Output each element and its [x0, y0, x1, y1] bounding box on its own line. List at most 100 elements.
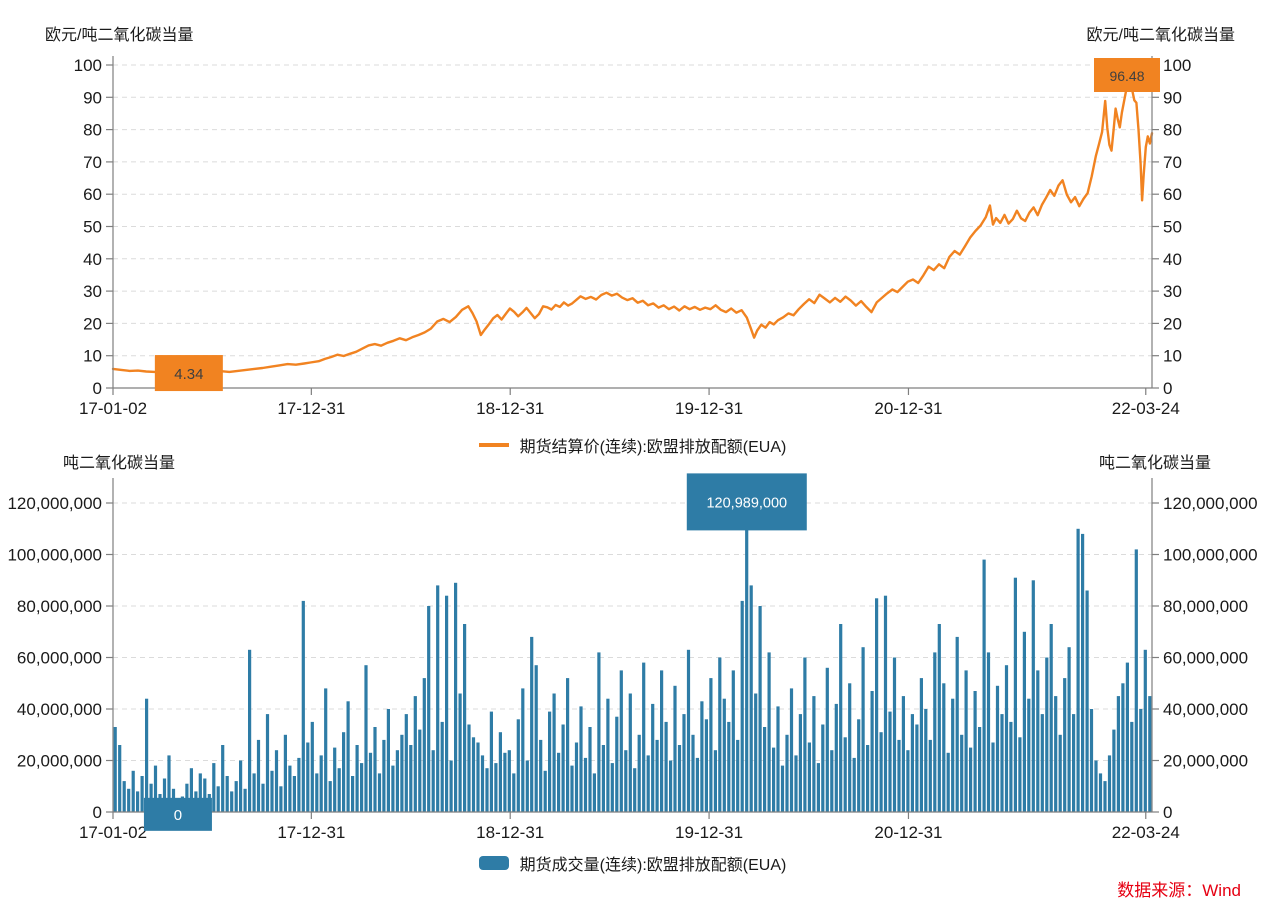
- volume-bar: [723, 699, 726, 812]
- data-source-note: 数据来源：Wind: [1117, 876, 1241, 901]
- max-marker-label: 120,989,000: [706, 495, 787, 511]
- volume-bar: [476, 743, 479, 813]
- volume-bar: [485, 768, 488, 812]
- volume-bar: [284, 735, 287, 812]
- volume-bar: [745, 500, 748, 812]
- volume-bar: [638, 735, 641, 812]
- volume-bar: [329, 781, 332, 812]
- volume-bar: [1077, 529, 1080, 812]
- volume-legend: 期货成交量(连续):欧盟排放配额(EUA): [113, 851, 1152, 875]
- volume-legend-bar-icon: [479, 856, 509, 870]
- volume-bar: [333, 748, 336, 812]
- volume-bar: [347, 701, 350, 812]
- volume-bar: [217, 786, 220, 812]
- volume-bar: [665, 722, 668, 812]
- y-tick-label: 20: [1163, 314, 1182, 333]
- volume-bar: [974, 691, 977, 812]
- volume-bar: [933, 652, 936, 812]
- volume-bar: [512, 773, 515, 812]
- volume-bar: [548, 712, 551, 812]
- volume-bar: [741, 601, 744, 812]
- volume-bar: [351, 776, 354, 812]
- y-tick-label: 60: [1163, 185, 1182, 204]
- volume-bar: [799, 714, 802, 812]
- y-tick-label: 100,000,000: [1163, 546, 1258, 565]
- volume-bar: [929, 740, 932, 812]
- volume-bar: [969, 748, 972, 812]
- volume-bar: [844, 737, 847, 812]
- volume-bar: [1050, 624, 1053, 812]
- volume-bar: [768, 652, 771, 812]
- volume-bar: [1121, 683, 1124, 812]
- volume-bar: [369, 753, 372, 812]
- volume-bar: [423, 678, 426, 812]
- volume-bar: [490, 712, 493, 812]
- volume-bar: [239, 761, 242, 813]
- volume-bar: [947, 753, 950, 812]
- volume-bar: [732, 670, 735, 812]
- volume-bar: [579, 706, 582, 812]
- y-tick-label: 80: [83, 121, 102, 140]
- volume-bar: [884, 596, 887, 812]
- volume-bar: [459, 694, 462, 813]
- volume-bar: [906, 750, 909, 812]
- price-legend-line-icon: [479, 443, 509, 447]
- volume-bar: [691, 735, 694, 812]
- y-tick-label: 60,000,000: [1163, 649, 1248, 668]
- min-marker-label: 0: [174, 807, 182, 824]
- x-tick-label: 17-12-31: [277, 399, 345, 418]
- volume-bar: [902, 696, 905, 812]
- volume-bar: [230, 791, 233, 812]
- volume-bar: [629, 694, 632, 813]
- y-tick-label: 20: [83, 314, 102, 333]
- y-tick-label: 100: [74, 56, 102, 75]
- y-tick-label: 70: [83, 153, 102, 172]
- volume-bar: [866, 745, 869, 812]
- volume-bar: [584, 758, 587, 812]
- volume-bar: [759, 606, 762, 812]
- volume-bar: [481, 755, 484, 812]
- x-tick-label: 19-12-31: [675, 823, 743, 842]
- volume-bar: [593, 773, 596, 812]
- volume-bar: [320, 755, 323, 812]
- volume-bar: [221, 745, 224, 812]
- volume-bar: [557, 753, 560, 812]
- volume-bar: [360, 763, 363, 812]
- volume-bar: [1072, 714, 1075, 812]
- volume-bar: [503, 753, 506, 812]
- volume-bar: [306, 743, 309, 813]
- volume-bar: [750, 585, 753, 812]
- price-chart-plot: 0010102020303040405050606070708080909010…: [74, 56, 1192, 418]
- y-tick-label: 80,000,000: [17, 597, 102, 616]
- volume-bar: [575, 743, 578, 813]
- volume-bar: [364, 665, 367, 812]
- volume-bar: [615, 717, 618, 812]
- volume-bar: [414, 696, 417, 812]
- volume-bar: [839, 624, 842, 812]
- volume-bar: [660, 670, 663, 812]
- volume-bar: [848, 683, 851, 812]
- volume-bar: [226, 776, 229, 812]
- volume-bar: [642, 663, 645, 812]
- volume-bar: [920, 678, 923, 812]
- x-tick-label: 17-01-02: [79, 399, 147, 418]
- volume-legend-label: 期货成交量(连续):欧盟排放配额(EUA): [520, 851, 787, 875]
- y-tick-label: 0: [1163, 803, 1172, 822]
- volume-bar: [382, 740, 385, 812]
- y-tick-label: 100: [1163, 56, 1191, 75]
- price-line-series: [113, 76, 1152, 374]
- volume-bar: [938, 624, 941, 812]
- volume-bar: [248, 650, 251, 812]
- volume-bar: [454, 583, 457, 812]
- volume-bar: [781, 766, 784, 812]
- volume-bar: [1032, 580, 1035, 812]
- volume-bar: [311, 722, 314, 812]
- volume-bar: [499, 732, 502, 812]
- volume-bar: [494, 763, 497, 812]
- volume-bar: [530, 637, 533, 812]
- y-tick-label: 40: [83, 250, 102, 269]
- volume-bar: [1144, 650, 1147, 812]
- volume-bar: [956, 637, 959, 812]
- volume-bar: [960, 735, 963, 812]
- volume-bar: [266, 714, 269, 812]
